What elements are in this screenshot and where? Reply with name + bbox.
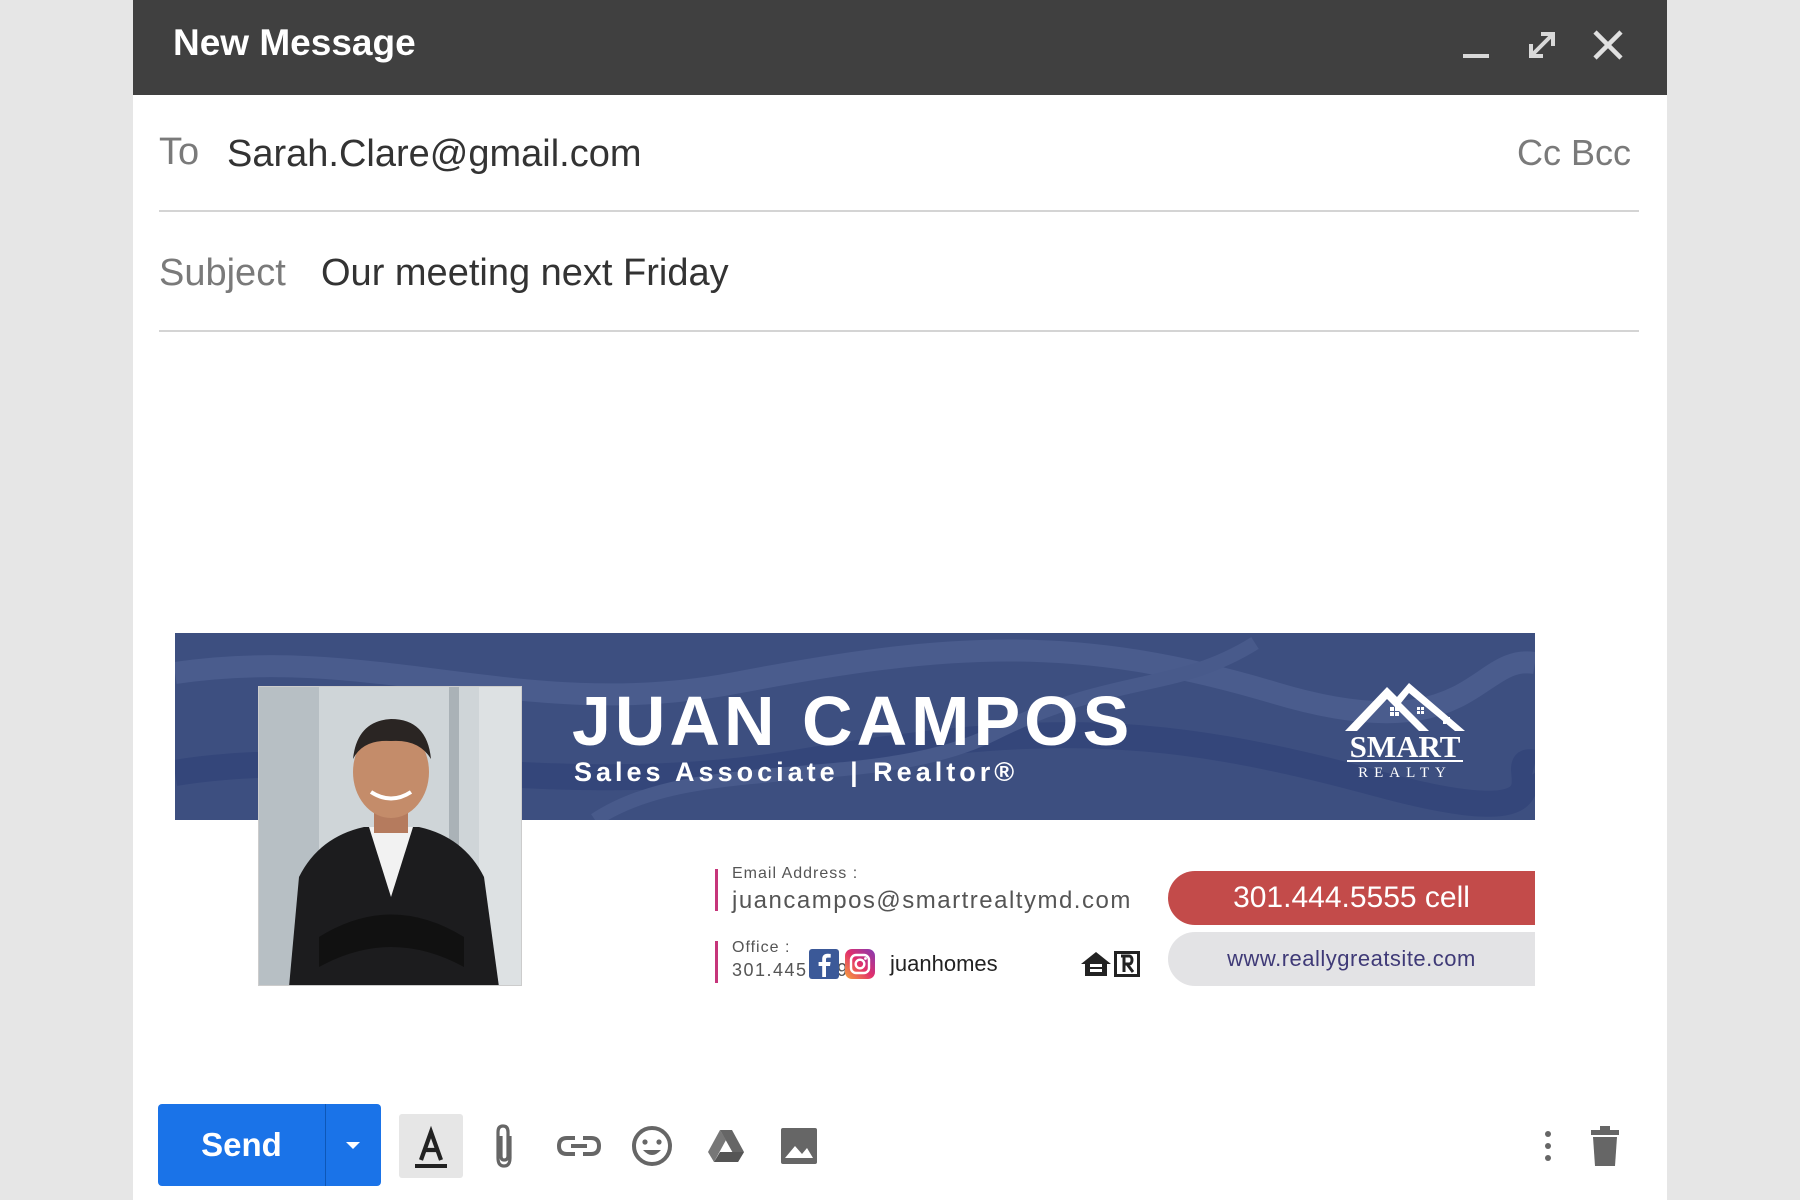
website-link[interactable]: www.reallygreatsite.com [1168, 932, 1535, 986]
equal-housing-icon [1081, 952, 1111, 976]
cc-bcc-link[interactable]: Cc Bcc [1517, 132, 1631, 174]
signature-role: Sales Associate | Realtor® [574, 757, 1019, 787]
message-body[interactable] [159, 335, 1639, 605]
trash-icon[interactable] [1573, 1114, 1637, 1178]
agent-photo [258, 686, 522, 986]
send-button[interactable]: Send [158, 1104, 325, 1186]
svg-text:SMART: SMART [1350, 729, 1461, 764]
signature-email[interactable]: juancampos@smartrealtymd.com [732, 887, 1132, 915]
office-phone: 301.445.1395 [732, 960, 861, 980]
more-options-icon[interactable] [1516, 1114, 1580, 1178]
expand-icon[interactable] [1519, 22, 1565, 68]
attach-icon[interactable] [474, 1114, 538, 1178]
photo-icon[interactable] [767, 1114, 831, 1178]
compose-toolbar: Send [133, 1100, 1667, 1200]
facebook-icon[interactable] [809, 949, 839, 979]
emoji-icon[interactable] [620, 1114, 684, 1178]
subject-label: Subject [159, 252, 286, 294]
compose-titlebar[interactable]: New Message [133, 0, 1667, 95]
drive-icon[interactable] [694, 1114, 758, 1178]
minimize-icon[interactable] [1453, 22, 1499, 68]
email-label: Email Address : [732, 865, 859, 882]
cell-phone[interactable]: 301.444.5555 cell [1168, 871, 1535, 925]
office-accent-bar [715, 941, 718, 983]
to-label: To [159, 131, 200, 173]
to-field[interactable]: Sarah.Clare@gmail.com [227, 133, 642, 176]
social-handle[interactable]: juanhomes [890, 951, 998, 977]
realtor-icon [1114, 951, 1140, 977]
signature-name: JUAN CAMPOS [572, 682, 1134, 760]
email-signature: JUAN CAMPOS Sales Associate | Realtor® S… [175, 633, 1535, 998]
email-accent-bar [715, 869, 718, 911]
smart-realty-logo: SMART REALTY [1345, 683, 1465, 781]
formatting-icon[interactable] [399, 1114, 463, 1178]
compose-title: New Message [173, 22, 416, 63]
instagram-icon[interactable] [845, 949, 875, 979]
to-row: To Sarah.Clare@gmail.com Cc Bcc [159, 95, 1639, 212]
subject-field[interactable]: Our meeting next Friday [321, 252, 729, 295]
link-icon[interactable] [547, 1114, 611, 1178]
svg-text:REALTY: REALTY [1358, 765, 1452, 781]
compose-window: New Message To Sarah.Clare@gmail.com Cc … [133, 0, 1667, 1200]
send-group: Send [158, 1104, 381, 1186]
send-options-button[interactable] [326, 1104, 381, 1186]
office-label: Office : [732, 939, 791, 956]
subject-row: Subject Our meeting next Friday [159, 212, 1639, 332]
close-icon[interactable] [1585, 22, 1631, 68]
